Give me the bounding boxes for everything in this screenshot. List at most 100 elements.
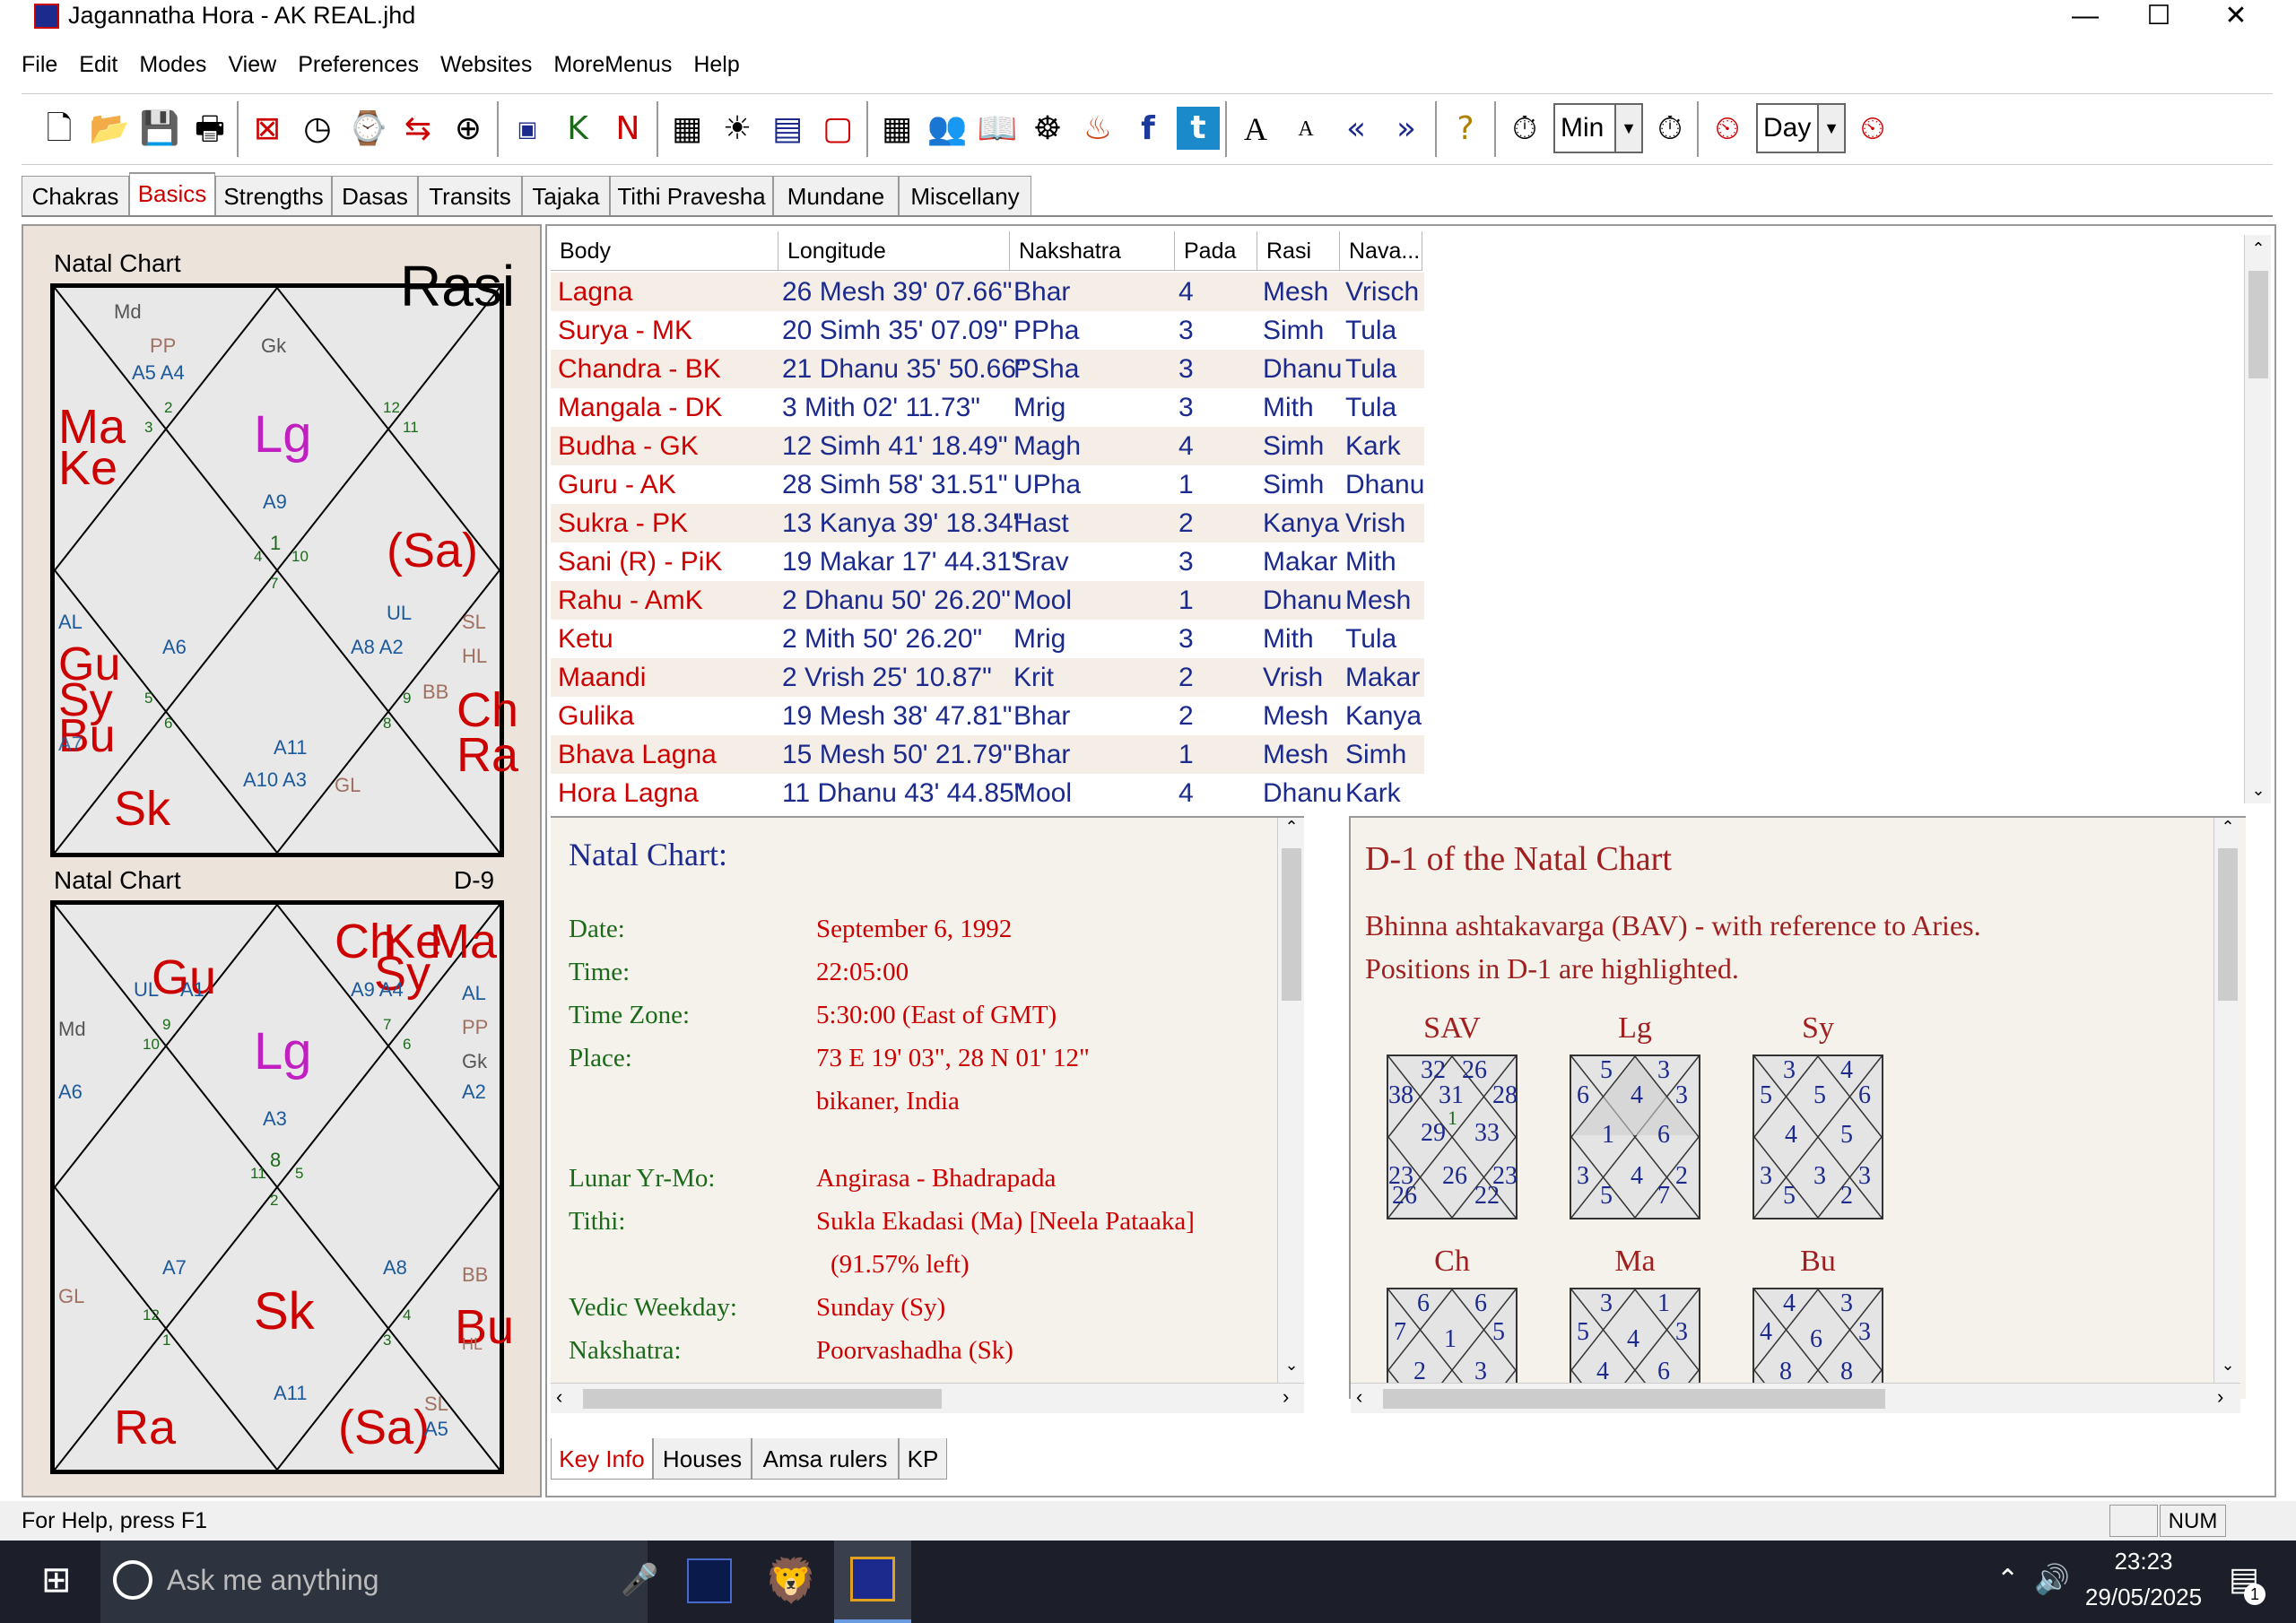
scroll-right-icon[interactable]: › — [1283, 1385, 1289, 1409]
time-back-icon[interactable]: ⏱ — [1503, 103, 1546, 155]
fire-icon[interactable]: ♨ — [1076, 103, 1119, 155]
close-button[interactable]: ✕ — [2205, 0, 2267, 34]
bav-chart[interactable]: 3154346 — [1570, 1288, 1700, 1393]
twitter-icon[interactable]: t — [1177, 107, 1220, 150]
key-info-hscroll[interactable]: ‹ › — [551, 1383, 1304, 1413]
menu-edit[interactable]: Edit — [79, 52, 117, 78]
table-row[interactable]: Rahu - AmK 2 Dhanu 50' 26.20" Mool 1 Dhanu M… — [551, 581, 1424, 620]
col-pada[interactable]: Pada — [1175, 231, 1257, 271]
table-row[interactable]: Ketu 2 Mith 50' 26.20" Mrig 3 Mith Tula — [551, 620, 1424, 658]
tab-strengths[interactable]: Strengths — [215, 176, 332, 215]
k-icon[interactable]: K — [556, 103, 599, 155]
table-row[interactable]: Hora Lagna 11 Dhanu 43' 44.85" Mool 4 Dhanu K… — [551, 774, 1424, 812]
bav-chart[interactable]: 32 26 38 31 28 1 29 33 23 26 23 26 22 — [1387, 1055, 1518, 1219]
tab-tithi-pravesha[interactable]: Tithi Pravesha — [610, 176, 773, 215]
jagannatha-hora-task[interactable] — [834, 1541, 911, 1623]
menu-moremenus[interactable]: MoreMenus — [553, 52, 672, 78]
tab-houses[interactable]: Houses — [653, 1438, 752, 1480]
scroll-thumb[interactable] — [1282, 848, 1301, 1001]
time-step-icon[interactable]: ⌚ — [346, 103, 389, 155]
scroll-left-icon[interactable]: ‹ — [1356, 1385, 1362, 1409]
table-row[interactable]: Mangala - DK 3 Mith 02' 11.73" Mrig 3 Mith T… — [551, 388, 1424, 427]
scroll-down-icon[interactable]: ⌄ — [1278, 1356, 1305, 1375]
table-row[interactable]: Budha - GK 12 Simh 41' 18.49" Magh 4 Simh Kar… — [551, 427, 1424, 465]
navamsa-chart[interactable]: Md UL Gu A1 9 10 A6 Ch Ke Ma Sy A9 A4 7 … — [50, 900, 514, 1474]
table-row[interactable]: Guru - AK 28 Simh 58' 31.51" UPha 1 Simh Dhan… — [551, 465, 1424, 504]
scroll-up-icon[interactable]: ⌃ — [1278, 818, 1305, 837]
col-longitude[interactable]: Longitude — [778, 231, 1010, 271]
tab-basics[interactable]: Basics — [129, 172, 215, 215]
bav-chart[interactable]: 4346388 — [1752, 1288, 1883, 1393]
terminal-app-icon[interactable] — [687, 1558, 732, 1603]
n-icon[interactable]: N — [606, 103, 649, 155]
table-row[interactable]: Maandi 2 Vrish 25' 10.87" Krit 2 Vrish Makar — [551, 658, 1424, 697]
forward-icon[interactable]: » — [1385, 103, 1428, 155]
table-row[interactable]: Lagna 26 Mesh 39' 07.66" Bhar 4 Mesh Vrisch — [551, 273, 1424, 311]
menu-file[interactable]: File — [22, 52, 57, 78]
sun-icon[interactable]: ☀ — [716, 103, 759, 155]
scroll-left-icon[interactable]: ‹ — [556, 1385, 562, 1409]
table-row[interactable]: Sukra - PK 13 Kanya 39' 18.34" Hast 2 Kanya V… — [551, 504, 1424, 542]
col-body[interactable]: Body — [551, 231, 778, 271]
clock-time[interactable]: 23:23 — [2081, 1548, 2206, 1575]
open-folder-icon[interactable]: 📂 — [88, 103, 131, 155]
menu-preferences[interactable]: Preferences — [298, 52, 419, 78]
dancer-icon[interactable]: ☸ — [1026, 103, 1069, 155]
menu-websites[interactable]: Websites — [440, 52, 532, 78]
day-forward-icon[interactable]: ⏲ — [1851, 103, 1894, 155]
tab-key-info[interactable]: Key Info — [551, 1438, 653, 1480]
volume-icon[interactable]: 🔊 — [2034, 1562, 2070, 1596]
bav-chart[interactable]: 536431634257 — [1570, 1055, 1700, 1219]
tab-mundane[interactable]: Mundane — [773, 176, 899, 215]
scroll-down-icon[interactable]: ⌄ — [2214, 1356, 2241, 1375]
print-icon[interactable]: 🖶 — [188, 103, 231, 155]
people-icon[interactable]: 👥 — [926, 103, 969, 155]
font-smaller-icon[interactable]: A — [1284, 103, 1327, 155]
search-box[interactable]: Ask me anything 🎤 — [100, 1541, 658, 1623]
sp-kh-icon[interactable]: ▣ — [506, 103, 549, 155]
menu-modes[interactable]: Modes — [139, 52, 206, 78]
bav-vscroll[interactable]: ⌃ ⌄ — [2213, 818, 2240, 1383]
scroll-up-icon[interactable]: ⌃ — [2245, 235, 2272, 262]
data-clock-icon[interactable]: ◷ — [296, 103, 339, 155]
tab-chakras[interactable]: Chakras — [22, 176, 129, 215]
sb-icon[interactable]: ▤ — [766, 103, 809, 155]
bav-chart[interactable]: 6671523 — [1387, 1288, 1518, 1393]
table-row[interactable]: Surya - MK 20 Simh 35' 07.09" PPha 3 Simh Tul… — [551, 311, 1424, 350]
minimize-button[interactable]: — — [2054, 0, 2117, 34]
chart-edit-icon[interactable]: ⊠ — [246, 103, 289, 155]
square-chart-icon[interactable]: ▢ — [816, 103, 859, 155]
grid-chart-icon[interactable]: ▦ — [665, 103, 709, 155]
table-row[interactable]: Bhava Lagna 15 Mesh 50' 21.79" Bhar 1 Mesh Si… — [551, 735, 1424, 774]
tab-miscellany[interactable]: Miscellany — [899, 176, 1031, 215]
globe-icon[interactable]: ⊕ — [447, 103, 490, 155]
back-icon[interactable]: « — [1335, 103, 1378, 155]
scroll-right-icon[interactable]: › — [2217, 1385, 2223, 1409]
transfer-icon[interactable]: ⇆ — [396, 103, 439, 155]
clock-date[interactable]: 29/05/2025 — [2081, 1584, 2206, 1611]
scroll-thumb[interactable] — [2218, 848, 2238, 1001]
tab-tajaka[interactable]: Tajaka — [522, 176, 610, 215]
book-icon[interactable]: 📖 — [976, 103, 1019, 155]
font-larger-icon[interactable]: A — [1234, 103, 1277, 155]
new-file-icon[interactable]: 🗋 — [38, 103, 81, 155]
tab-amsa-rulers[interactable]: Amsa rulers — [752, 1438, 899, 1480]
microphone-icon[interactable]: 🎤 — [621, 1562, 658, 1598]
tab-kp[interactable]: KP — [899, 1438, 947, 1480]
table-row[interactable]: Chandra - BK 21 Dhanu 35' 50.66" PSha 3 Dhan… — [551, 350, 1424, 388]
tab-dasas[interactable]: Dasas — [332, 176, 418, 215]
table-icon[interactable]: ▦ — [875, 103, 918, 155]
facebook-icon[interactable]: f — [1126, 103, 1170, 155]
rasi-chart[interactable]: Md PP Gk A5 A4 2 3 12 11 Ma Ke Lg A9 1 4… — [50, 283, 518, 857]
scroll-down-icon[interactable]: ⌄ — [2245, 777, 2272, 803]
col-navamsa[interactable]: Nava... — [1340, 231, 1422, 271]
menu-help[interactable]: Help — [693, 52, 739, 78]
scroll-up-icon[interactable]: ⌃ — [2214, 818, 2241, 837]
bav-chart[interactable]: 345564533352 — [1752, 1055, 1883, 1219]
table-row[interactable]: Sani (R) - PiK 19 Makar 17' 44.31" Srav 3 Ma… — [551, 542, 1424, 581]
menu-view[interactable]: View — [228, 52, 276, 78]
time-forward-icon[interactable]: ⏱ — [1648, 103, 1692, 155]
maximize-button[interactable]: ☐ — [2127, 0, 2190, 34]
day-select[interactable]: Day ▼ — [1756, 103, 1846, 153]
windows-start-icon[interactable]: ⊞ — [41, 1562, 72, 1598]
